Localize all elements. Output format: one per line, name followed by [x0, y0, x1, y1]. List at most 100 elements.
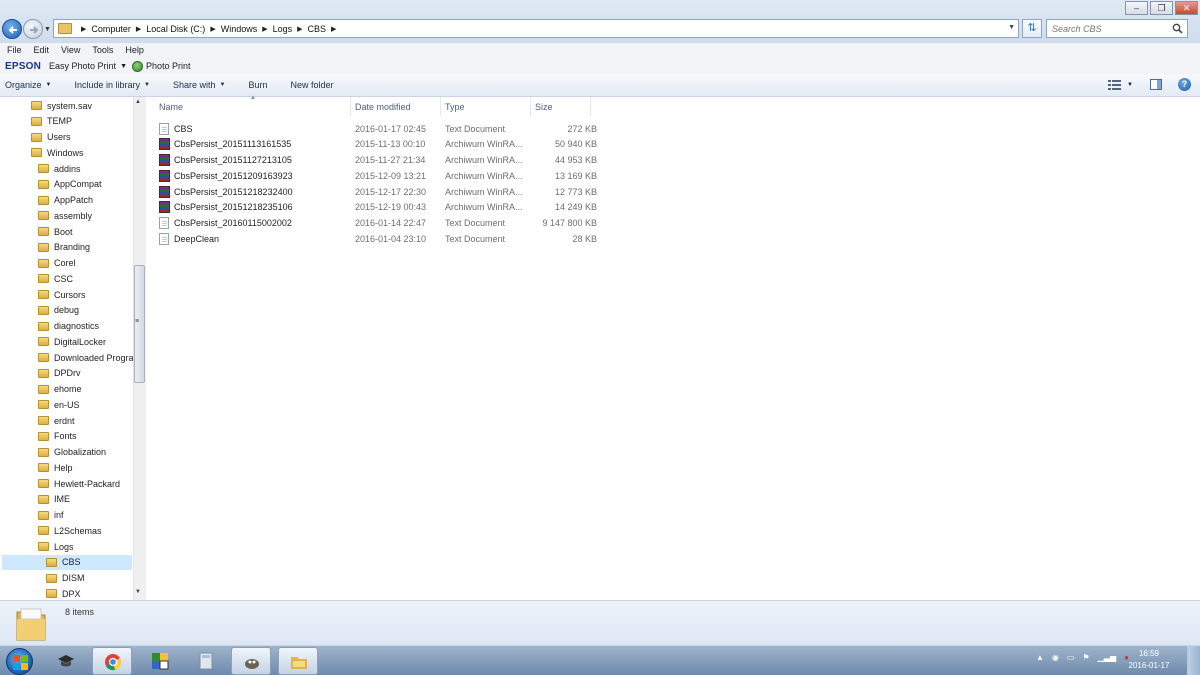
show-desktop-button[interactable]	[1187, 646, 1200, 675]
search-input[interactable]	[1052, 23, 1170, 34]
help-icon[interactable]: ?	[1178, 78, 1191, 91]
view-dropdown-icon[interactable]: ▼	[1127, 82, 1133, 88]
file-type: Archiwum WinRA...	[445, 170, 523, 181]
close-icon[interactable]: ✕	[1175, 1, 1198, 15]
menu-edit[interactable]: Edit	[34, 43, 50, 58]
refresh-button[interactable]: ⇅	[1022, 19, 1042, 38]
nav-item-en-us[interactable]: en-US	[38, 397, 80, 412]
photo-print-button[interactable]: Photo Print	[146, 61, 191, 71]
nav-item-corel[interactable]: Corel	[38, 256, 76, 271]
menu-tools[interactable]: Tools	[92, 43, 113, 58]
nav-item-cbs[interactable]: CBS	[2, 554, 132, 570]
nav-item-inf[interactable]: inf	[38, 508, 64, 523]
epson-logo: EPSON	[5, 60, 42, 72]
nav-item-dpx[interactable]: DPX	[46, 586, 81, 600]
scroll-down-icon[interactable]: ▼	[135, 589, 141, 595]
nav-item-cursors[interactable]: Cursors	[38, 287, 86, 302]
nav-item-dism[interactable]: DISM	[46, 571, 85, 586]
chevron-right-icon[interactable]: ▶	[136, 25, 141, 33]
nav-item-fonts[interactable]: Fonts	[38, 429, 77, 444]
maximize-icon[interactable]: ❐	[1150, 1, 1173, 15]
nav-item-debug[interactable]: debug	[38, 303, 79, 318]
tray-usb-icon[interactable]: ▭	[1067, 653, 1075, 662]
minimize-icon[interactable]: –	[1125, 1, 1148, 15]
column-header-name[interactable]: Name	[147, 97, 351, 116]
chevron-down-icon[interactable]: ▼	[120, 63, 127, 70]
start-button[interactable]	[6, 648, 33, 675]
nav-item-windows[interactable]: Windows	[31, 145, 84, 160]
nav-item-help[interactable]: Help	[38, 460, 73, 475]
easy-photo-print-button[interactable]: Easy Photo Print	[49, 61, 116, 71]
view-options-icon[interactable]	[1108, 80, 1121, 90]
chevron-right-icon[interactable]: ▶	[81, 25, 86, 33]
preview-pane-icon[interactable]	[1150, 79, 1162, 90]
nav-item-apppatch[interactable]: AppPatch	[38, 193, 93, 208]
show-hidden-icons[interactable]: ▲	[1036, 653, 1044, 662]
chevron-right-icon[interactable]: ▶	[297, 25, 302, 33]
forward-button[interactable]	[23, 19, 43, 39]
column-header-type[interactable]: Type	[441, 97, 531, 116]
menu-view[interactable]: View	[61, 43, 80, 58]
chevron-right-icon[interactable]: ▶	[210, 25, 215, 33]
back-button[interactable]	[2, 19, 22, 39]
breadcrumb-computer[interactable]: Computer	[91, 24, 131, 34]
search-box[interactable]	[1046, 19, 1188, 38]
nav-item-label: Boot	[54, 226, 73, 237]
refresh-icon: ⇅	[1027, 22, 1037, 34]
folder-icon	[38, 400, 49, 410]
nav-item-erdnt[interactable]: erdnt	[38, 413, 75, 428]
organize-button[interactable]: Organize ▼	[5, 80, 51, 90]
taskbar-app-solitaire[interactable]	[140, 647, 180, 675]
nav-item-globalization[interactable]: Globalization	[38, 445, 106, 460]
breadcrumb-local-disk[interactable]: Local Disk (C:)	[146, 24, 205, 34]
nav-item-addins[interactable]: addins	[38, 161, 81, 176]
address-history-dropdown[interactable]: ▼	[1008, 24, 1015, 31]
breadcrumb-logs[interactable]: Logs	[273, 24, 293, 34]
taskbar-app-chrome[interactable]	[92, 647, 132, 675]
column-header-size[interactable]: Size	[531, 97, 591, 116]
menu-help[interactable]: Help	[125, 43, 144, 58]
nav-item-diagnostics[interactable]: diagnostics	[38, 319, 99, 334]
nav-item-branding[interactable]: Branding	[38, 240, 90, 255]
breadcrumb-cbs[interactable]: CBS	[308, 24, 327, 34]
address-bar[interactable]: ▶ Computer ▶ Local Disk (C:) ▶ Windows ▶…	[53, 19, 1019, 38]
nav-item-ehome[interactable]: ehome	[38, 382, 82, 397]
nav-item-hewlett-packard[interactable]: Hewlett-Packard	[38, 476, 120, 491]
nav-item-assembly[interactable]: assembly	[38, 208, 92, 223]
nav-item-users[interactable]: Users	[31, 130, 71, 145]
column-header-date[interactable]: Date modified	[351, 97, 441, 116]
taskbar-app-explorer[interactable]	[278, 647, 318, 675]
nav-item-system-sav[interactable]: system.sav	[31, 98, 92, 113]
burn-button[interactable]: Burn	[248, 80, 267, 90]
nav-item-appcompat[interactable]: AppCompat	[38, 177, 102, 192]
nav-item-csc[interactable]: CSC	[38, 271, 73, 286]
menu-file[interactable]: File	[7, 43, 22, 58]
nav-item-logs[interactable]: Logs	[38, 539, 74, 554]
clock[interactable]: 16:59 2016-01-17	[1128, 648, 1170, 672]
taskbar-app-hat[interactable]	[46, 647, 86, 675]
nav-item-temp[interactable]: TEMP	[31, 114, 72, 129]
recent-pages-dropdown[interactable]: ▼	[44, 26, 51, 33]
share-with-button[interactable]: Share with ▼	[173, 80, 225, 90]
include-in-library-button[interactable]: Include in library ▼	[74, 80, 149, 90]
tray-flag-icon[interactable]: ⚑	[1082, 653, 1089, 662]
nav-item-ime[interactable]: IME	[38, 492, 70, 507]
nav-item-downloaded-progra[interactable]: Downloaded Progra	[38, 350, 134, 365]
nav-item-dpdrv[interactable]: DPDrv	[38, 366, 81, 381]
folder-icon	[46, 573, 57, 583]
breadcrumb-windows[interactable]: Windows	[221, 24, 258, 34]
scroll-up-icon[interactable]: ▲	[135, 99, 141, 105]
nav-item-l2schemas[interactable]: L2Schemas	[38, 523, 102, 538]
folder-icon	[46, 589, 57, 599]
nav-item-digitallocker[interactable]: DigitalLocker	[38, 334, 106, 349]
chevron-right-icon[interactable]: ▶	[262, 25, 267, 33]
tray-network-icon[interactable]: ▁▃▅	[1098, 653, 1116, 662]
search-icon[interactable]	[1172, 23, 1183, 34]
new-folder-button[interactable]: New folder	[290, 80, 333, 90]
text-file-icon	[159, 217, 169, 229]
nav-item-boot[interactable]: Boot	[38, 224, 73, 239]
chevron-right-icon[interactable]: ▶	[331, 25, 336, 33]
tray-app-icon[interactable]: ◉	[1052, 653, 1059, 662]
taskbar-app-gimp[interactable]	[231, 647, 271, 675]
taskbar-app-calculator[interactable]	[186, 647, 226, 675]
